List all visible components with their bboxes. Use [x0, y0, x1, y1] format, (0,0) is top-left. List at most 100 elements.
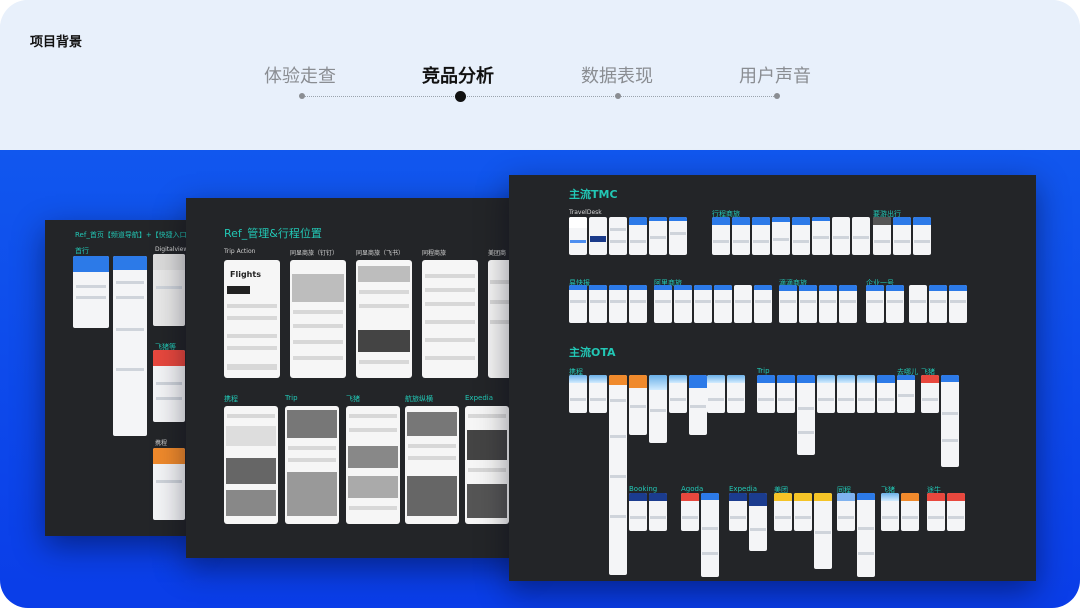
- wireframe-screen: [356, 260, 412, 378]
- screen-thumb: [797, 375, 815, 455]
- screen-thumb: [609, 375, 627, 575]
- screen-thumb: [674, 285, 692, 323]
- group-label: Expedia: [729, 485, 757, 493]
- screen-thumb: [73, 256, 109, 328]
- screen-thumb: [609, 285, 627, 323]
- screen-thumb: [589, 375, 607, 413]
- board-title: Ref_管理&行程位置: [224, 227, 322, 240]
- screen-thumb: [857, 375, 875, 413]
- step-dot: [299, 93, 305, 99]
- screen-thumb: [113, 256, 147, 436]
- screen-thumb: [897, 375, 915, 413]
- screen-thumb: [929, 285, 947, 323]
- board-ref-home-nav: Ref_首页【频道导航】+【快捷入口 首行 Digitalview 飞猪等 携程: [45, 220, 195, 536]
- col-label: Trip: [285, 394, 298, 402]
- step-dot: [615, 93, 621, 99]
- screen-thumb: [852, 217, 870, 255]
- board-title-ota: 主流OTA: [569, 346, 616, 359]
- screen-thumb: [707, 375, 725, 413]
- screen-thumb: [153, 254, 185, 326]
- screen-thumb: [714, 285, 732, 323]
- tab-data-performance[interactable]: 数据表现: [557, 62, 677, 88]
- screen-thumb: [832, 217, 850, 255]
- board-title-tmc: 主流TMC: [569, 188, 618, 201]
- screen-thumb: [792, 217, 810, 255]
- col-label: 航旅纵横: [405, 395, 433, 403]
- slide: 项目背景 体验走查 竞品分析 数据表现 用户声音 Ref_首页【频道导航】+【快…: [0, 0, 1080, 608]
- section-title: 项目背景: [30, 35, 83, 50]
- screen-thumb: [839, 285, 857, 323]
- screen-thumb: [817, 375, 835, 413]
- wireframe-screen: [224, 406, 278, 524]
- screen-thumb: [654, 285, 672, 323]
- screen-thumb: [569, 375, 587, 413]
- screen-thumb: [609, 217, 627, 255]
- screen-thumb: [754, 285, 772, 323]
- screen-thumb: [812, 217, 830, 255]
- wireframe-screen: [290, 260, 346, 378]
- group-label: Digitalview: [155, 246, 189, 253]
- screen-thumb: [729, 493, 747, 531]
- screen-thumb: [649, 217, 667, 255]
- screen-thumb: [921, 375, 939, 413]
- screen-thumb: [629, 493, 647, 531]
- screen-thumb: [909, 285, 927, 323]
- screen-thumb: [712, 217, 730, 255]
- wireframe-screen: [405, 406, 459, 524]
- tab-experience-review[interactable]: 体验走查: [240, 62, 360, 88]
- screen-thumb: [649, 493, 667, 531]
- screen-thumb: [949, 285, 967, 323]
- col-label: 美团商: [488, 250, 507, 257]
- screen-thumb: [649, 375, 667, 443]
- screen-thumb: [873, 217, 891, 255]
- screen-thumb: [752, 217, 770, 255]
- group-label: Trip: [757, 367, 770, 375]
- group-label: Agoda: [681, 485, 704, 493]
- col-label: 飞猪: [346, 395, 360, 403]
- screen-thumb: [727, 375, 745, 413]
- group-label: 携程: [155, 440, 168, 447]
- board-ref-manage-itinerary: Ref_管理&行程位置 Trip Action 同显商旅（钉钉） 同显商旅（飞书…: [186, 198, 526, 558]
- screen-thumb: [589, 285, 607, 323]
- screen-thumb: [799, 285, 817, 323]
- screen-thumb: [757, 375, 775, 413]
- col-label: Trip Action: [224, 248, 256, 255]
- wireframe-screen: Flights: [224, 260, 280, 378]
- screen-thumb: [153, 448, 185, 520]
- screen-thumb: [779, 285, 797, 323]
- screen-thumb: [814, 493, 832, 569]
- screen-thumb: [947, 493, 965, 531]
- tab-competitor-analysis[interactable]: 竞品分析: [398, 62, 518, 88]
- screen-thumb: [794, 493, 812, 531]
- wireframe-screen: [346, 406, 400, 524]
- group-label: Booking: [629, 485, 658, 493]
- step-dot-active: [455, 91, 466, 102]
- screen-thumb: [837, 375, 855, 413]
- tab-user-voice[interactable]: 用户声音: [715, 62, 835, 88]
- screen-thumb: [669, 375, 687, 413]
- wireframe-screen: [285, 406, 339, 524]
- screen-thumb: [866, 285, 884, 323]
- screen-thumb: [732, 217, 750, 255]
- col-label: 同显商旅（飞书）: [356, 250, 405, 257]
- board-mainstream-competitors: 主流TMC TravelDesk 行程商旅 要游出行 易快报 阿里商旅 滴滴商旅…: [509, 175, 1036, 581]
- screen-thumb: [629, 217, 647, 255]
- screen-thumb: [913, 217, 931, 255]
- screen-thumb: [927, 493, 945, 531]
- progress-line: [302, 96, 778, 97]
- screen-thumb: [774, 493, 792, 531]
- screen-thumb: [569, 217, 587, 255]
- screen-thumb: [629, 285, 647, 323]
- screen-thumb: [694, 285, 712, 323]
- screen-thumb: [941, 375, 959, 467]
- header-area: 项目背景 体验走查 竞品分析 数据表现 用户声音: [0, 0, 1080, 150]
- screen-thumb: [893, 217, 911, 255]
- group-label: 首行: [75, 247, 89, 255]
- board-title: Ref_首页【频道导航】+【快捷入口: [75, 231, 187, 239]
- wireframe-title: Flights: [230, 270, 261, 279]
- screen-thumb: [629, 375, 647, 435]
- screen-thumb: [837, 493, 855, 531]
- group-label: TravelDesk: [569, 209, 602, 216]
- screen-thumb: [901, 493, 919, 531]
- screen-thumb: [681, 493, 699, 531]
